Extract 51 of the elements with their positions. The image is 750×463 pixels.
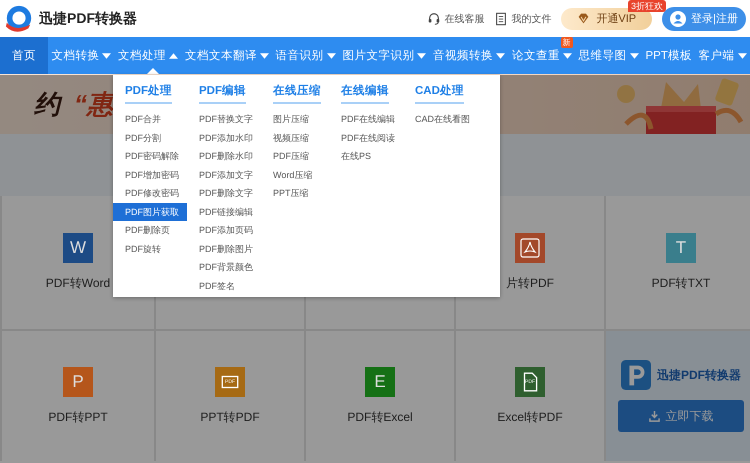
menu-heading: 在线编辑 [341,83,389,104]
file-type-icon: E [365,366,395,396]
logo-icon [4,4,34,34]
tool-card[interactable]: E PDF转Excel [306,331,454,461]
file-type-icon: W [63,233,93,263]
menu-item[interactable]: PDF替换文字 [187,110,261,128]
menu-item[interactable]: PDF在线编辑 [329,110,403,128]
app-name: 迅捷PDF转换器 [657,366,741,384]
header-link[interactable]: 在线客服 [427,12,484,26]
menu-heading: 在线压缩 [273,83,321,104]
menu-item[interactable]: PDF合并 [113,110,187,128]
menu-item[interactable]: PDF删除图片 [187,240,261,258]
menu-item[interactable]: PDF在线阅读 [329,128,403,147]
menu-item[interactable]: PDF增加密码 [113,166,187,184]
nav-tab[interactable]: 首页 [0,37,48,74]
header-link[interactable]: 我的文件 [494,12,552,26]
menu-heading: CAD处理 [415,83,464,104]
menu-item[interactable]: PDF压缩 [261,147,329,166]
user-avatar-icon [670,10,686,26]
app-logo-icon [621,360,651,390]
menu-item[interactable]: PDF背景颜色 [187,258,261,276]
file-type-icon: T [666,233,696,263]
menu-item[interactable]: 在线PS [329,147,403,166]
menu-heading: PDF编辑 [199,83,246,104]
menu-item[interactable]: PDF图片获取 [113,202,187,221]
menu-item[interactable]: PPT压缩 [261,184,329,202]
document-icon [494,12,508,26]
menu-item[interactable]: PDF删除文字 [187,184,261,202]
new-badge: 新 [560,37,573,48]
menu-item[interactable]: PDF分割 [113,128,187,147]
menu-item[interactable]: PDF链接编辑 [187,202,261,221]
menu-item[interactable]: PDF签名 [187,276,261,295]
tool-card[interactable]: T PDF转TXT [606,196,750,329]
menu-item[interactable]: PDF删除水印 [187,147,261,166]
file-type-icon: P [63,366,93,396]
menu-item[interactable]: 视频压缩 [261,128,329,147]
menu-item[interactable]: PDF密码解除 [113,147,187,166]
menu-item[interactable]: CAD在线看图 [403,110,478,128]
menu-item[interactable]: PDF添加页码 [187,221,261,240]
tool-card[interactable]: P PDF转PPT [2,331,154,461]
menu-item[interactable]: Word压缩 [261,166,329,184]
menu-item[interactable]: PDF添加水印 [187,128,261,147]
site-title[interactable]: 迅捷PDF转换器 [39,10,137,28]
menu-heading: PDF处理 [125,83,172,104]
download-icon [648,410,660,422]
headset-icon [427,12,442,26]
promo-badge: 3折狂欢 [628,0,666,12]
banner-title: 约 “惠 [34,88,113,120]
diamond-icon [577,12,590,25]
menu-item[interactable]: 图片压缩 [261,110,329,128]
menu-item[interactable]: PDF添加文字 [187,166,261,184]
